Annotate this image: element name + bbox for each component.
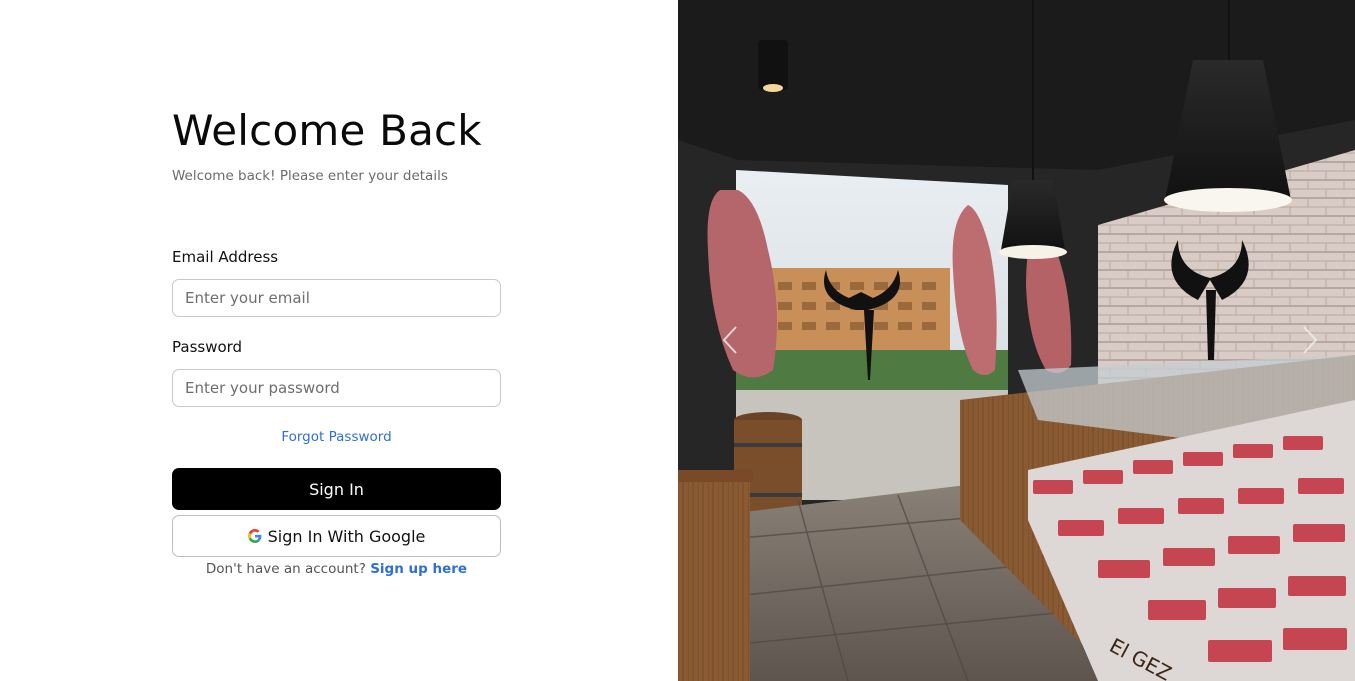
google-sign-in-button[interactable]: Sign In With Google (172, 515, 501, 557)
email-field[interactable] (172, 279, 501, 317)
google-icon (247, 529, 262, 543)
signup-prompt: Don't have an account? Sign up here (172, 561, 501, 577)
carousel-next-button[interactable] (1298, 320, 1322, 360)
chevron-left-icon (722, 326, 737, 354)
forgot-password-link[interactable]: Forgot Password (172, 429, 501, 445)
carousel-prev-button[interactable] (718, 320, 742, 360)
google-sign-in-label: Sign In With Google (267, 526, 426, 546)
email-label: Email Address (172, 248, 279, 266)
butcher-shop-illustration: El GEZ (678, 0, 1355, 681)
login-panel: Welcome Back Welcome back! Please enter … (0, 0, 678, 681)
password-label: Password (172, 338, 243, 356)
sign-in-button[interactable]: Sign In (172, 468, 501, 510)
chevron-right-icon (1303, 326, 1318, 354)
signup-prompt-text: Don't have an account? (205, 561, 366, 577)
page-title: Welcome Back (172, 106, 482, 155)
page-subtitle: Welcome back! Please enter your details (172, 168, 448, 184)
hero-image: El GEZ (678, 0, 1355, 681)
password-field[interactable] (172, 369, 501, 407)
sign-up-link[interactable]: Sign up here (370, 561, 467, 577)
